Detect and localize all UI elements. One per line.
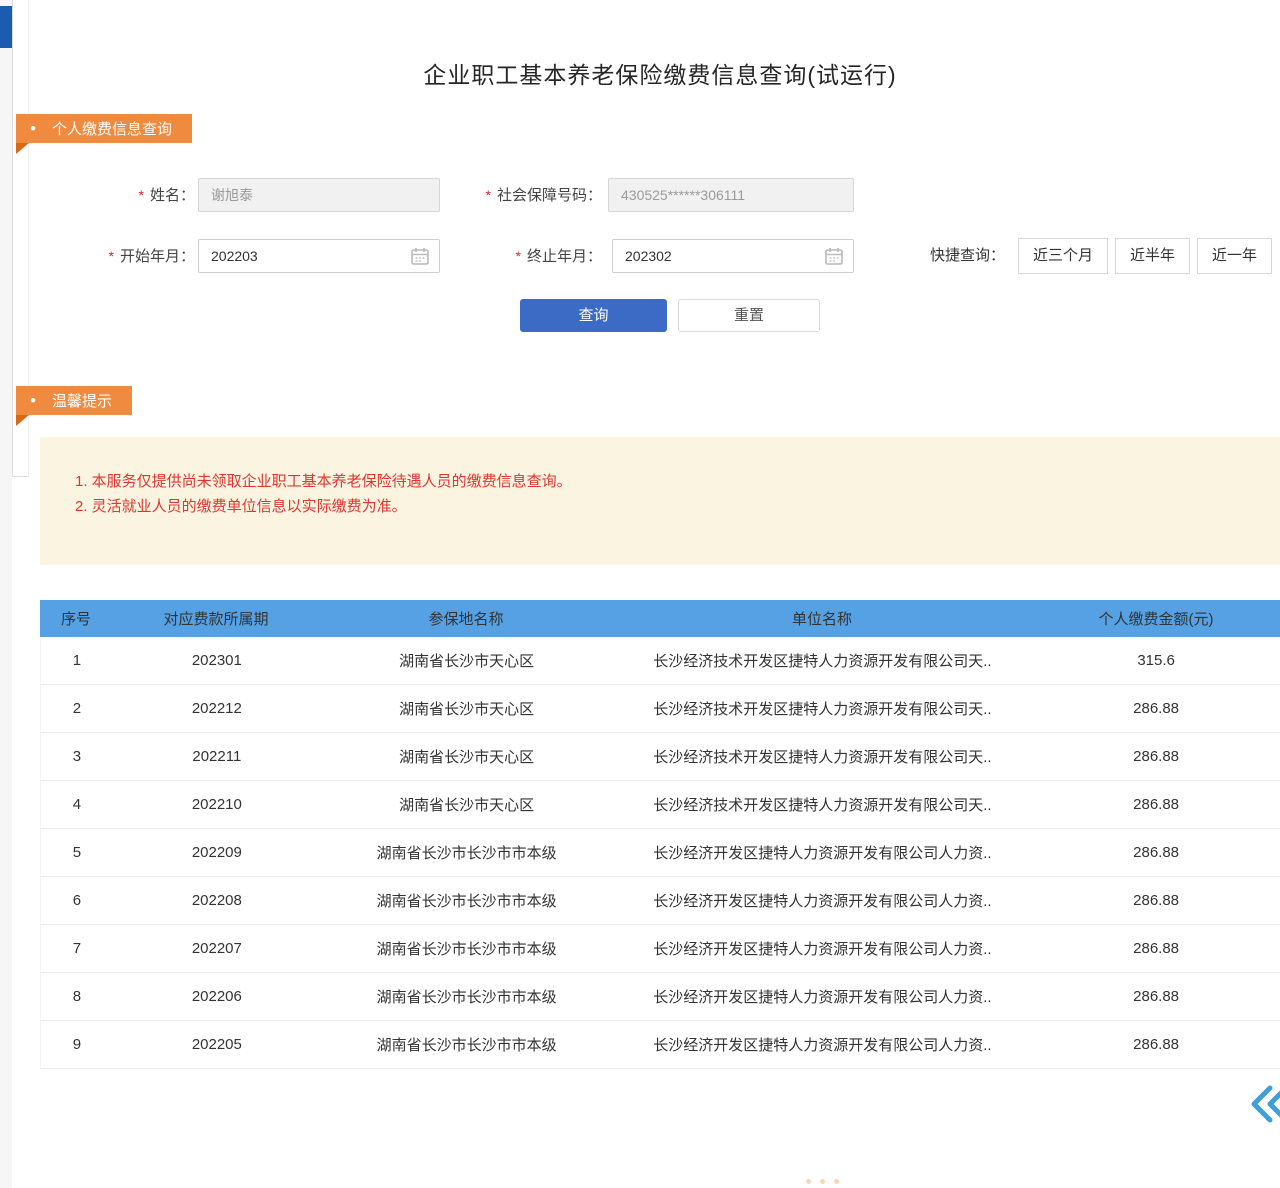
quick-query-label: 快捷查询： <box>930 238 1005 274</box>
cell-period: 202207 <box>113 940 321 957</box>
cell-period: 202301 <box>113 652 321 669</box>
cell-no: 5 <box>41 844 113 861</box>
loading-dots <box>806 1179 839 1184</box>
badge-fold <box>16 415 29 426</box>
table-row: 6202208湖南省长沙市长沙市市本级长沙经济开发区捷特人力资源开发有限公司人力… <box>41 877 1280 925</box>
page-title: 企业职工基本养老保险缴费信息查询(试运行) <box>40 56 1280 90</box>
quick-btn-last-half-year[interactable]: 近半年 <box>1115 238 1190 274</box>
cell-period: 202206 <box>113 988 321 1005</box>
ssn-field[interactable] <box>608 178 854 212</box>
table-row: 7202207湖南省长沙市长沙市市本级长沙经济开发区捷特人力资源开发有限公司人力… <box>41 925 1280 973</box>
required-asterisk: * <box>139 187 144 203</box>
name-field[interactable] <box>198 178 440 212</box>
cell-area: 湖南省长沙市长沙市市本级 <box>321 842 613 863</box>
cell-company: 长沙经济开发区捷特人力资源开发有限公司人力资.. <box>613 1034 1033 1055</box>
section-badge-label: 温馨提示 <box>52 390 112 411</box>
cell-no: 1 <box>41 652 113 669</box>
cell-amount: 286.88 <box>1032 796 1280 813</box>
cell-company: 长沙经济技术开发区捷特人力资源开发有限公司天.. <box>613 698 1033 719</box>
cell-no: 9 <box>41 1036 113 1053</box>
cell-area: 湖南省长沙市天心区 <box>321 698 613 719</box>
cell-period: 202211 <box>113 748 321 765</box>
header-company: 单位名称 <box>612 608 1032 629</box>
cell-amount: 286.88 <box>1032 700 1280 717</box>
table-row: 2202212湖南省长沙市天心区长沙经济技术开发区捷特人力资源开发有限公司天..… <box>41 685 1280 733</box>
cell-no: 3 <box>41 748 113 765</box>
quick-btn-last-3-months[interactable]: 近三个月 <box>1018 238 1108 274</box>
required-asterisk: * <box>486 187 491 203</box>
cell-company: 长沙经济开发区捷特人力资源开发有限公司人力资.. <box>613 986 1033 1007</box>
table-row: 9202205湖南省长沙市长沙市市本级长沙经济开发区捷特人力资源开发有限公司人力… <box>41 1021 1280 1069</box>
cell-company: 长沙经济技术开发区捷特人力资源开发有限公司天.. <box>613 794 1033 815</box>
cell-no: 2 <box>41 700 113 717</box>
section-badge-label: 个人缴费信息查询 <box>52 118 172 139</box>
query-button[interactable]: 查询 <box>520 299 667 332</box>
cell-area: 湖南省长沙市天心区 <box>321 746 613 767</box>
cell-area: 湖南省长沙市长沙市市本级 <box>321 938 613 959</box>
cell-amount: 286.88 <box>1032 1036 1280 1053</box>
required-asterisk: * <box>109 248 114 264</box>
cell-no: 4 <box>41 796 113 813</box>
cell-no: 8 <box>41 988 113 1005</box>
cell-company: 长沙经济开发区捷特人力资源开发有限公司人力资.. <box>613 938 1033 959</box>
badge-fold <box>16 143 29 154</box>
quick-btn-last-year[interactable]: 近一年 <box>1197 238 1272 274</box>
header-area: 参保地名称 <box>320 608 612 629</box>
name-label: *姓名： <box>80 178 195 212</box>
start-month-label: *开始年月： <box>80 239 195 273</box>
table-row: 1202301湖南省长沙市天心区长沙经济技术开发区捷特人力资源开发有限公司天..… <box>41 637 1280 685</box>
cell-period: 202210 <box>113 796 321 813</box>
cell-area: 湖南省长沙市长沙市市本级 <box>321 1034 613 1055</box>
cell-company: 长沙经济技术开发区捷特人力资源开发有限公司天.. <box>613 746 1033 767</box>
required-asterisk: * <box>516 248 521 264</box>
cell-area: 湖南省长沙市天心区 <box>321 794 613 815</box>
table-row: 4202210湖南省长沙市天心区长沙经济技术开发区捷特人力资源开发有限公司天..… <box>41 781 1280 829</box>
table-row: 3202211湖南省长沙市天心区长沙经济技术开发区捷特人力资源开发有限公司天..… <box>41 733 1280 781</box>
cell-no: 7 <box>41 940 113 957</box>
table-row: 5202209湖南省长沙市长沙市市本级长沙经济开发区捷特人力资源开发有限公司人力… <box>41 829 1280 877</box>
cell-amount: 286.88 <box>1032 988 1280 1005</box>
cell-company: 长沙经济开发区捷特人力资源开发有限公司人力资.. <box>613 842 1033 863</box>
cell-amount: 286.88 <box>1032 892 1280 909</box>
cell-period: 202209 <box>113 844 321 861</box>
end-month-label: *终止年月： <box>490 239 602 273</box>
reset-button[interactable]: 重置 <box>678 299 820 332</box>
table-header-row: 序号 对应费款所属期 参保地名称 单位名称 个人缴费金额(元) <box>40 600 1280 637</box>
left-rail <box>0 0 12 1188</box>
cell-no: 6 <box>41 892 113 909</box>
cell-area: 湖南省长沙市长沙市市本级 <box>321 890 613 911</box>
results-table: 序号 对应费款所属期 参保地名称 单位名称 个人缴费金额(元) 1202301湖… <box>40 600 1280 1069</box>
header-amount: 个人缴费金额(元) <box>1032 608 1280 629</box>
calendar-icon[interactable] <box>410 246 430 266</box>
cell-area: 湖南省长沙市天心区 <box>321 650 613 671</box>
cell-period: 202212 <box>113 700 321 717</box>
cell-amount: 286.88 <box>1032 748 1280 765</box>
double-left-chevron-icon[interactable] <box>1250 1084 1280 1124</box>
notice-box: 1. 本服务仅提供尚未领取企业职工基本养老保险待遇人员的缴费信息查询。 2. 灵… <box>40 437 1280 565</box>
bullet-dot-icon: • <box>30 120 36 137</box>
cell-company: 长沙经济开发区捷特人力资源开发有限公司人力资.. <box>613 890 1033 911</box>
cell-company: 长沙经济技术开发区捷特人力资源开发有限公司天.. <box>613 650 1033 671</box>
calendar-icon[interactable] <box>824 246 844 266</box>
start-month-field[interactable] <box>198 239 440 273</box>
cell-area: 湖南省长沙市长沙市市本级 <box>321 986 613 1007</box>
cell-amount: 315.6 <box>1032 652 1280 669</box>
notice-line: 1. 本服务仅提供尚未领取企业职工基本养老保险待遇人员的缴费信息查询。 <box>75 469 1260 494</box>
section-badge-personal-query: • 个人缴费信息查询 <box>16 114 192 143</box>
header-no: 序号 <box>40 608 112 629</box>
cell-period: 202205 <box>113 1036 321 1053</box>
table-body: 1202301湖南省长沙市天心区长沙经济技术开发区捷特人力资源开发有限公司天..… <box>40 637 1280 1069</box>
bullet-dot-icon: • <box>30 392 36 409</box>
ssn-label: *社会保障号码： <box>450 178 602 212</box>
end-month-field[interactable] <box>612 239 854 273</box>
quick-query-group: 近三个月 近半年 近一年 <box>1018 238 1272 274</box>
table-row: 8202206湖南省长沙市长沙市市本级长沙经济开发区捷特人力资源开发有限公司人力… <box>41 973 1280 1021</box>
notice-line: 2. 灵活就业人员的缴费单位信息以实际缴费为准。 <box>75 494 1260 519</box>
cell-period: 202208 <box>113 892 321 909</box>
section-badge-tips: • 温馨提示 <box>16 386 132 415</box>
cell-amount: 286.88 <box>1032 844 1280 861</box>
header-period: 对应费款所属期 <box>112 608 320 629</box>
cell-amount: 286.88 <box>1032 940 1280 957</box>
